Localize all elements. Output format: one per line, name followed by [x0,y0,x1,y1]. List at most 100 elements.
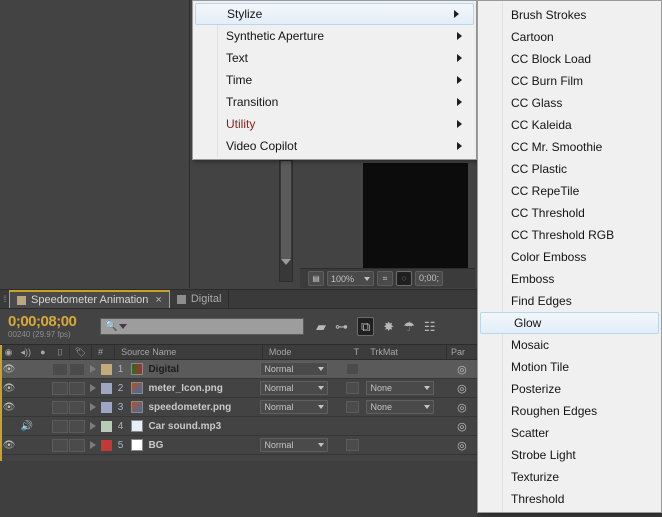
trkmat-dropdown[interactable]: None [366,400,435,414]
panel-drag-grip[interactable]: ⁞⁞ [0,290,9,308]
tab-speedometer-animation[interactable]: Speedometer Animation × [9,290,170,308]
table-row[interactable]: 👁 2 meter_Icon.png Normal None ◎ [0,379,478,398]
trkmat-header[interactable]: TrkMat [366,345,446,359]
menu-item-emboss[interactable]: Emboss [478,268,661,290]
mode-dropdown[interactable]: Normal [260,381,329,395]
video-switch-header-icon[interactable]: ◉ [0,345,17,359]
preserve-transparency-toggle[interactable] [345,382,359,394]
menu-item-cc-plastic[interactable]: CC Plastic [478,158,661,180]
menu-item-cc-mr-smoothie[interactable]: CC Mr. Smoothie [478,136,661,158]
composition-canvas[interactable] [363,163,468,268]
draft-3d-icon[interactable]: ⧉ [357,317,375,336]
menu-item-text[interactable]: Text [193,47,476,69]
viewer-current-time[interactable]: 0;00; [415,271,444,286]
table-row[interactable]: 👁 3 speedometer.png Normal None ◎ [0,398,478,417]
layer-shy-toggle[interactable] [69,381,86,395]
layer-parent-pickwhip[interactable]: ◎ [446,439,478,452]
mode-dropdown[interactable]: Normal [260,400,329,414]
menu-item-posterize[interactable]: Posterize [478,378,661,400]
layer-label-color[interactable] [101,363,112,375]
layer-solo-toggle[interactable] [36,401,52,414]
menu-item-brush-strokes[interactable]: Brush Strokes [478,4,661,26]
roi-icon[interactable]: ▤ [308,271,324,286]
menu-item-utility[interactable]: Utility [193,113,476,135]
preserve-transparency-toggle[interactable] [345,439,359,451]
expand-triangle-icon[interactable] [90,403,97,411]
menu-item-stylize[interactable]: Stylize [195,3,474,25]
layer-label-color[interactable] [101,401,112,413]
layer-preserve-transparency-cell[interactable] [342,439,363,451]
layer-parent-pickwhip[interactable]: ◎ [446,420,478,433]
layer-lock-toggle[interactable] [52,400,69,414]
graph-editor-icon[interactable]: ⊶ [335,320,348,333]
menu-item-cc-repetile[interactable]: CC RepeTile [478,180,661,202]
brainstorm-icon[interactable]: ☂ [403,320,415,333]
table-row[interactable]: 🔊 4 Car sound.mp3 ◎ [0,417,478,436]
layer-name[interactable]: BG [148,440,254,451]
close-icon[interactable]: × [155,294,161,306]
expand-triangle-icon[interactable] [90,384,97,392]
layer-audio-toggle[interactable]: 🔊 [18,421,36,432]
layer-parent-pickwhip[interactable]: ◎ [446,363,478,376]
t-header[interactable]: T [346,345,366,359]
chevron-down-icon[interactable] [119,324,128,329]
menu-item-cc-kaleida[interactable]: CC Kaleida [478,114,661,136]
mode-dropdown[interactable]: Normal [260,362,329,376]
preserve-transparency-toggle[interactable] [345,363,359,375]
layer-label-color[interactable] [101,382,112,394]
solo-switch-header-icon[interactable]: ● [34,345,51,359]
menu-item-mosaic[interactable]: Mosaic [478,334,661,356]
menu-item-cc-threshold-rgb[interactable]: CC Threshold RGB [478,224,661,246]
timecode-display[interactable]: 0;00;08;00 00240 (29.97 fps) [0,314,100,340]
label-header-icon[interactable]: 🏷 [69,345,91,359]
layer-visibility-toggle[interactable]: 👁 [0,440,18,451]
fit-icon[interactable]: ⌗ [377,271,394,286]
menu-item-find-edges[interactable]: Find Edges [478,290,661,312]
menu-item-threshold[interactable]: Threshold [478,488,661,510]
table-row[interactable]: 👁 1 Digital Normal ◎ [0,360,478,379]
layer-lock-toggle[interactable] [52,362,69,376]
menu-item-synthetic-aperture[interactable]: Synthetic Aperture [193,25,476,47]
menu-item-roughen-edges[interactable]: Roughen Edges [478,400,661,422]
mode-header[interactable]: Mode [263,345,347,359]
layer-preserve-transparency-cell[interactable] [342,382,363,394]
table-row[interactable]: 👁 5 BG Normal ◎ [0,436,478,455]
lock-switch-header-icon[interactable]: ⌷ [51,345,68,359]
motion-blur-icon[interactable]: ✸ [383,320,394,333]
mode-dropdown[interactable]: Normal [260,438,329,452]
menu-item-cartoon[interactable]: Cartoon [478,26,661,48]
menu-item-cc-block-load[interactable]: CC Block Load [478,48,661,70]
layer-shy-toggle[interactable] [69,438,86,452]
layer-solo-toggle[interactable] [36,382,52,395]
layer-visibility-toggle[interactable]: 👁 [0,364,18,375]
menu-item-color-emboss[interactable]: Color Emboss [478,246,661,268]
layer-lock-toggle[interactable] [52,438,69,452]
menu-item-strobe-light[interactable]: Strobe Light [478,444,661,466]
layer-shy-toggle[interactable] [69,362,86,376]
menu-item-time[interactable]: Time [193,69,476,91]
trkmat-dropdown[interactable]: None [366,381,435,395]
layer-visibility-toggle[interactable]: 👁 [0,383,18,394]
scroll-down-arrow-icon[interactable] [281,259,291,265]
menu-item-cc-glass[interactable]: CC Glass [478,92,661,114]
layer-parent-pickwhip[interactable]: ◎ [446,382,478,395]
layer-name[interactable]: Digital [148,364,254,375]
expand-triangle-icon[interactable] [90,422,97,430]
layer-lock-toggle[interactable] [52,381,69,395]
layer-preserve-transparency-cell[interactable] [342,363,363,375]
layer-shy-toggle[interactable] [69,419,86,433]
menu-item-glow[interactable]: Glow [480,312,659,334]
menu-item-scatter[interactable]: Scatter [478,422,661,444]
layer-label-color[interactable] [101,439,112,451]
timeline-empty-area[interactable] [0,461,478,517]
layer-preserve-transparency-cell[interactable] [342,401,363,413]
layer-name[interactable]: Car sound.mp3 [148,421,254,432]
parent-header[interactable]: Par [447,345,478,359]
expand-triangle-icon[interactable] [90,365,97,373]
preserve-transparency-toggle[interactable] [345,401,359,413]
layer-solo-toggle[interactable] [36,363,52,376]
comp-flowchart-icon[interactable]: ☷ [424,320,436,333]
mask-icon[interactable]: ◌ [396,271,413,286]
layer-visibility-toggle[interactable]: 👁 [0,402,18,413]
layer-label-color[interactable] [101,420,112,432]
